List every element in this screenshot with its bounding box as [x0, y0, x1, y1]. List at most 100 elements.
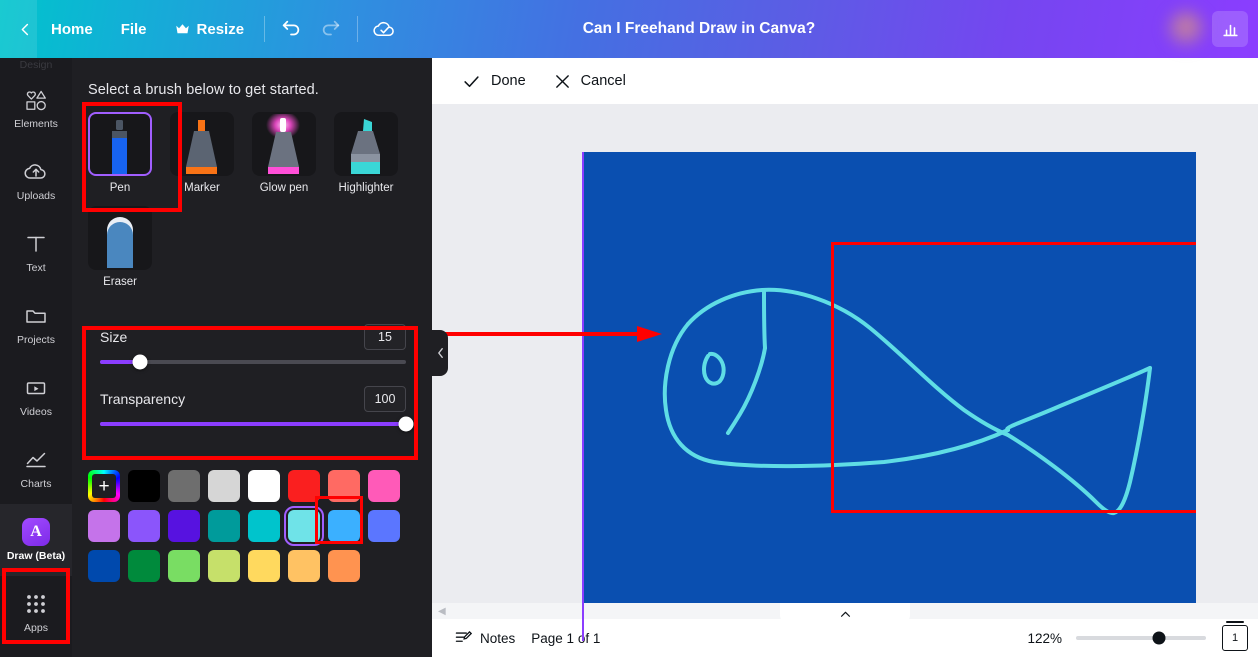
zoom-slider-knob[interactable]: [1152, 631, 1166, 645]
color-swatch[interactable]: [284, 506, 324, 546]
resize-label: Resize: [196, 20, 245, 38]
sidebar-item-label: Draw (Beta): [6, 549, 66, 562]
color-swatch[interactable]: [208, 510, 240, 542]
color-swatch[interactable]: [248, 510, 280, 542]
color-swatch[interactable]: [128, 550, 160, 582]
color-swatch[interactable]: [128, 470, 160, 502]
freehand-drawing: [662, 287, 1152, 516]
color-swatch[interactable]: [368, 510, 400, 542]
color-swatch[interactable]: [88, 510, 120, 542]
zoom-controls: 122% 1: [1020, 621, 1252, 651]
draw-action-bar: Done Cancel: [432, 58, 1258, 104]
sidebar-item-label: Projects: [17, 333, 55, 346]
color-swatch[interactable]: [168, 550, 200, 582]
home-button[interactable]: Home: [37, 0, 107, 58]
design-page[interactable]: www.websitebuilderinsider.com: [584, 152, 1196, 641]
text-icon: [23, 231, 49, 257]
brush-marker[interactable]: Marker: [170, 112, 234, 194]
color-swatch[interactable]: [288, 470, 320, 502]
brush-label: Highlighter: [338, 182, 394, 194]
color-swatch[interactable]: [208, 550, 240, 582]
brush-glow-pen[interactable]: Glow pen: [252, 112, 316, 194]
avatar[interactable]: [1166, 9, 1206, 49]
projects-folder-icon: [23, 303, 49, 329]
pen-brush-icon: [88, 112, 152, 176]
panel-collapse-button[interactable]: [432, 330, 448, 376]
sidebar-item-text[interactable]: Text: [0, 216, 72, 288]
uploads-icon: [23, 159, 49, 185]
transparency-slider[interactable]: [100, 416, 414, 432]
brush-eraser[interactable]: Eraser: [88, 206, 152, 288]
size-row: Size 15: [100, 324, 406, 350]
sidebar-item-draw[interactable]: A Draw (Beta): [0, 504, 72, 576]
home-label: Home: [51, 20, 93, 38]
close-x-icon: [555, 74, 569, 88]
color-swatch[interactable]: [248, 550, 280, 582]
horizontal-scroll-strip[interactable]: ◀: [432, 603, 1258, 625]
redo-button[interactable]: [311, 9, 351, 49]
color-swatch-grid: +: [72, 464, 402, 582]
color-swatch[interactable]: [328, 470, 360, 502]
brush-highlighter[interactable]: Highlighter: [334, 112, 398, 194]
notes-icon: [455, 630, 472, 642]
eraser-icon: [88, 206, 152, 270]
transparency-input[interactable]: 100: [364, 386, 406, 412]
size-slider-knob[interactable]: [132, 354, 148, 370]
color-swatch[interactable]: [328, 510, 360, 542]
cloud-saved-icon: [372, 21, 394, 36]
sidebar-item-label: Videos: [20, 405, 52, 418]
size-slider[interactable]: [100, 354, 406, 370]
cloud-save-button[interactable]: [364, 9, 404, 49]
apps-grid-icon: [25, 591, 47, 617]
undo-button[interactable]: [271, 9, 311, 49]
page-thumbnails-icon[interactable]: 1: [1222, 621, 1248, 651]
chevron-left-icon: [21, 23, 29, 35]
color-swatch[interactable]: [288, 550, 320, 582]
color-swatch[interactable]: [168, 510, 200, 542]
size-input[interactable]: 15: [364, 324, 406, 350]
bottom-bar: Notes Page 1 of 1 122% 1: [432, 619, 1258, 657]
crown-icon: [175, 23, 189, 33]
sidebar-item-design[interactable]: Design: [0, 58, 72, 72]
color-swatch[interactable]: [208, 470, 240, 502]
color-swatch[interactable]: [88, 550, 120, 582]
file-button[interactable]: File: [107, 0, 161, 58]
notes-button[interactable]: Notes: [446, 624, 523, 652]
back-button[interactable]: [0, 0, 37, 58]
color-picker-icon[interactable]: +: [88, 470, 120, 502]
brush-pen[interactable]: Pen: [88, 112, 152, 194]
color-swatch[interactable]: [328, 550, 360, 582]
done-button[interactable]: Done: [450, 64, 538, 98]
bar-chart-icon: [1222, 24, 1238, 36]
undo-icon: [282, 20, 300, 36]
color-swatch[interactable]: [248, 470, 280, 502]
draw-app-icon: A: [22, 517, 50, 546]
canvas-stage: www.websitebuilderinsider.com ◀ Notes Pa…: [432, 104, 1258, 657]
bar-chart-button[interactable]: [1212, 11, 1248, 47]
transparency-label: Transparency: [100, 391, 186, 407]
charts-line-icon: [23, 447, 49, 473]
rail-scroll-area: Design Elements Uploads Text Projects Vi…: [0, 58, 72, 657]
cancel-button[interactable]: Cancel: [542, 64, 638, 98]
sidebar-item-uploads[interactable]: Uploads: [0, 144, 72, 216]
sidebar-item-charts[interactable]: Charts: [0, 432, 72, 504]
sidebar-item-videos[interactable]: Videos: [0, 360, 72, 432]
sidebar-item-apps[interactable]: Apps: [0, 576, 72, 648]
highlighter-brush-icon: [334, 112, 398, 176]
sidebar-item-label: Elements: [14, 117, 58, 130]
color-swatch[interactable]: [368, 470, 400, 502]
color-swatch[interactable]: [168, 470, 200, 502]
videos-icon: [23, 375, 49, 401]
notes-label: Notes: [480, 630, 516, 646]
brush-label: Eraser: [103, 276, 137, 288]
sidebar-item-elements[interactable]: Elements: [0, 72, 72, 144]
zoom-slider[interactable]: [1076, 631, 1206, 645]
brush-grid: Pen Marker Glow pen Highlighter Eraser: [72, 98, 416, 300]
transparency-slider-knob[interactable]: [398, 416, 414, 432]
brush-label: Marker: [184, 182, 220, 194]
scroll-left-arrow[interactable]: ◀: [432, 606, 446, 617]
resize-button[interactable]: Resize: [161, 0, 259, 58]
color-swatch[interactable]: [128, 510, 160, 542]
sidebar-item-projects[interactable]: Projects: [0, 288, 72, 360]
app-header: Home File Resize Can I Freehand Draw in …: [0, 0, 1258, 58]
